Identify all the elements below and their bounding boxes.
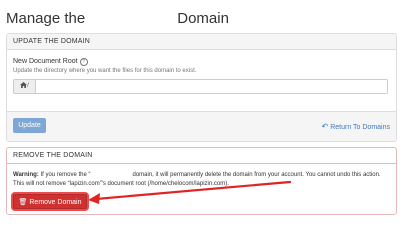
page-title-suffix: Domain xyxy=(177,10,229,27)
question-circle-icon[interactable]: ? xyxy=(79,58,88,66)
return-arrow-icon: ↶ xyxy=(321,122,329,131)
return-to-domains-label: Return To Domains xyxy=(330,124,390,131)
warning-label: Warning: xyxy=(13,172,39,178)
document-root-input-group: / xyxy=(13,79,388,94)
document-root-prefix-slash: / xyxy=(27,83,29,89)
trash-icon: 🗑 xyxy=(18,198,28,206)
page-title: Manage the Domain xyxy=(6,10,229,27)
document-root-label-text: New Document Root xyxy=(13,58,78,65)
warning-part1: If you remove the “ xyxy=(40,172,91,178)
update-domain-heading: UPDATE THE DOMAIN xyxy=(7,34,396,50)
document-root-hint: Update the directory where you want the … xyxy=(13,68,197,74)
remove-warning-text: Warning: If you remove the “domain, it w… xyxy=(13,171,393,189)
page-title-prefix: Manage the xyxy=(6,10,86,27)
update-button[interactable]: Update xyxy=(13,118,46,133)
update-domain-panel: UPDATE THE DOMAIN New Document Root? Upd… xyxy=(6,33,397,142)
remove-domain-label: Remove Domain xyxy=(29,198,82,206)
document-root-prefix: / xyxy=(14,80,36,93)
document-root-label: New Document Root? xyxy=(13,58,88,66)
remove-domain-heading: REMOVE THE DOMAIN xyxy=(7,148,396,164)
remove-domain-button[interactable]: 🗑 Remove Domain xyxy=(13,194,87,209)
update-panel-footer: Update ↶ Return To Domains xyxy=(7,111,396,141)
manage-domain-page: Manage the Domain UPDATE THE DOMAIN New D… xyxy=(0,0,403,221)
return-to-domains-link[interactable]: ↶ Return To Domains xyxy=(322,122,391,131)
remove-domain-panel: REMOVE THE DOMAIN Warning: If you remove… xyxy=(6,147,397,215)
document-root-input[interactable] xyxy=(36,80,387,93)
